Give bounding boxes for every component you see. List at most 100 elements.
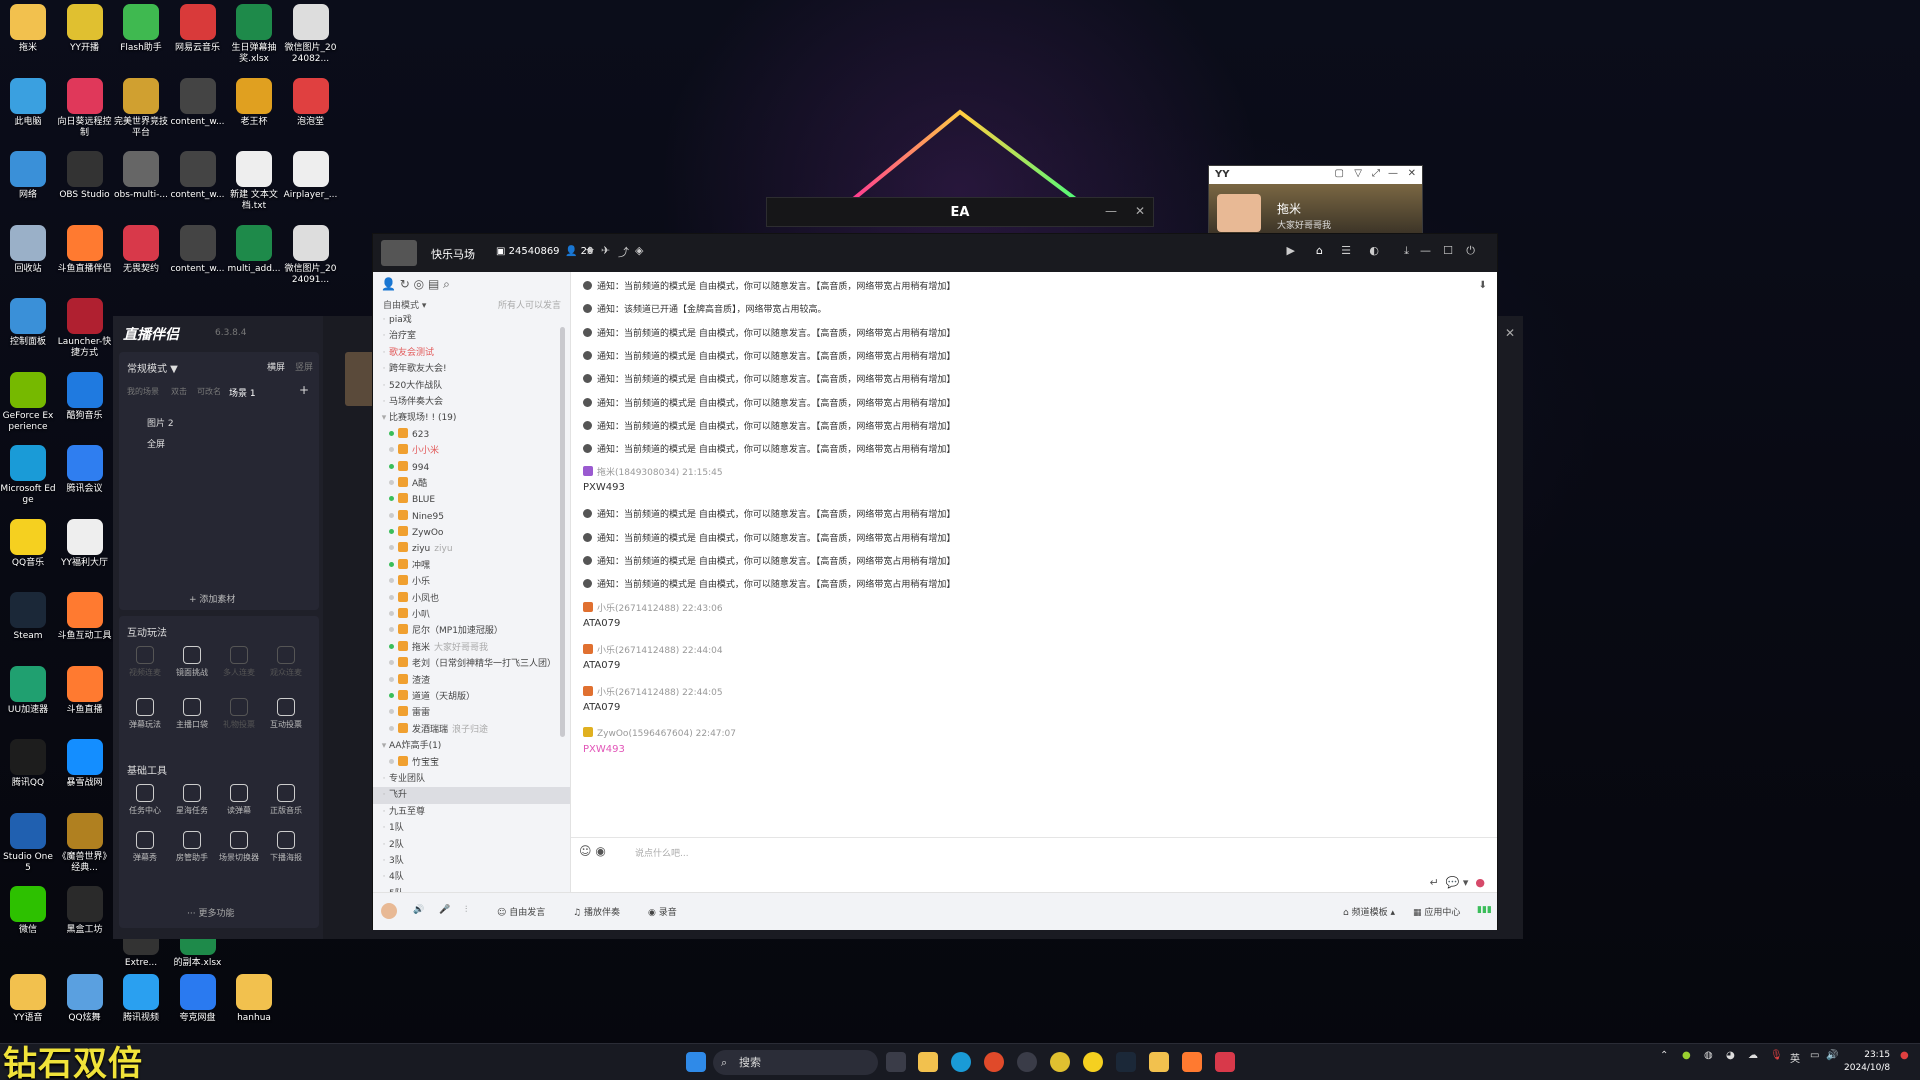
plane-icon[interactable]: ✈ — [601, 244, 610, 257]
member-row[interactable]: ZywOo — [373, 525, 570, 541]
desktop-icon[interactable]: 新建 文本文档.txt — [226, 151, 282, 212]
download-icon[interactable]: ⤓ — [1404, 244, 1409, 258]
desktop-icon[interactable]: 《魔兽世界》经典... — [57, 812, 113, 874]
channel-avatar[interactable] — [381, 240, 417, 266]
desktop-icon[interactable]: QQ炫舞 — [57, 974, 113, 1024]
close-icon[interactable]: ✕ — [1505, 326, 1515, 340]
tool-offline-poster[interactable]: 下播海报 — [266, 831, 306, 863]
scene-tab-rename[interactable]: 可改名 — [197, 386, 221, 397]
desktop-icon[interactable]: 泡泡堂 — [283, 77, 339, 128]
desktop-icon[interactable]: 网络 — [0, 151, 56, 201]
share-icon[interactable]: ⤴ — [618, 244, 629, 260]
desktop-icon[interactable]: 完美世界竞技平台 — [113, 77, 169, 139]
expand-icon[interactable]: · — [379, 771, 389, 787]
member-row[interactable]: 渣渣 — [373, 673, 570, 689]
desktop-icon[interactable]: 老王杯 — [226, 77, 282, 128]
desktop-icon[interactable]: hanhua — [226, 974, 282, 1024]
app-center-button[interactable]: ▦ 应用中心 — [1413, 905, 1460, 918]
expand-icon[interactable]: · — [379, 394, 389, 410]
subchannel-row[interactable]: · 治疗室 — [373, 328, 570, 344]
subchannel-row[interactable]: · pia戏 — [373, 312, 570, 328]
clock[interactable]: 23:15 2024/10/8 — [1844, 1049, 1890, 1075]
message-sender[interactable]: 小乐(2671412488) 22:44:05 — [583, 685, 723, 698]
desktop-icon[interactable]: 斗鱼直播 — [57, 665, 113, 716]
add-source-button[interactable]: + 添加素材 — [189, 592, 235, 605]
pin-icon[interactable]: ▢ — [1335, 168, 1344, 179]
send-options[interactable]: ↵ 💬 ▾ ● — [1429, 876, 1485, 889]
member-row[interactable]: Nine95 — [373, 509, 570, 525]
tool-admin-helper[interactable]: 房管助手 — [172, 831, 212, 863]
desktop-icon[interactable]: 向日葵远程控制 — [57, 77, 113, 139]
subchannel-row[interactable]: · 1队 — [373, 820, 570, 836]
member-row[interactable]: 994 — [373, 460, 570, 476]
subchannel-row[interactable]: · 九五至尊 — [373, 804, 570, 820]
tool-audience-connect[interactable]: 观众连麦 — [266, 646, 306, 678]
speaker-icon[interactable]: 🔊 — [413, 905, 424, 915]
desktop-icon[interactable]: 微信图片_2024082... — [283, 4, 339, 65]
desktop-icon[interactable]: 微信 — [0, 886, 56, 936]
taskbar-search[interactable]: ⌕ 搜索 — [713, 1050, 878, 1075]
tool-danmaku-play[interactable]: 弹幕玩法 — [125, 698, 165, 730]
tool-licensed-music[interactable]: 正版音乐 — [266, 784, 306, 816]
desktop-icon[interactable]: 网易云音乐 — [170, 4, 226, 54]
tool-danmaku-show[interactable]: 弹幕秀 — [125, 831, 165, 863]
start-icon[interactable] — [686, 1052, 706, 1072]
screenshot-icon[interactable]: ◉ — [595, 844, 605, 858]
add-scene-icon[interactable]: + — [299, 383, 309, 397]
search-icon[interactable]: ⌕ — [443, 277, 450, 291]
desktop-icon[interactable]: 微信图片_2024091... — [283, 224, 339, 286]
channel-template-button[interactable]: ⌂ 频道模板 ▴ — [1343, 905, 1395, 918]
member-row[interactable]: 尼尔（MP1加速冠服） — [373, 623, 570, 639]
member-row[interactable]: ziyu ziyu — [373, 541, 570, 557]
emoji-icon[interactable]: ☺ — [579, 844, 592, 858]
member-row[interactable]: 小小米 — [373, 443, 570, 459]
desktop-icon[interactable]: content_w... — [170, 77, 226, 128]
tray-cloud-icon[interactable]: ☁ — [1748, 1050, 1758, 1061]
member-row[interactable]: A酷 — [373, 476, 570, 492]
desktop-icon[interactable]: 此电脑 — [0, 77, 56, 128]
expand-icon[interactable]: · — [379, 378, 389, 394]
location-icon[interactable]: ◎ — [414, 277, 424, 291]
desktop-icon[interactable]: 拖米 — [0, 4, 56, 54]
gamepad-icon[interactable]: ◐ — [1369, 244, 1379, 257]
list-icon[interactable]: ☰ — [1341, 244, 1351, 257]
expand-icon[interactable]: · — [379, 787, 389, 803]
star-icon[interactable]: ★ — [585, 244, 595, 257]
scroll-down-icon[interactable]: ⬇ — [1479, 280, 1487, 291]
subchannel-row[interactable]: · 专业团队 — [373, 771, 570, 787]
tool-star-task[interactable]: 星海任务 — [172, 784, 212, 816]
expand-icon[interactable]: · — [379, 820, 389, 836]
expand-icon[interactable]: · — [379, 869, 389, 885]
member-row[interactable]: 老刘（日常剑神精华一打飞三人团） — [373, 656, 570, 672]
expand-icon[interactable]: · — [379, 853, 389, 869]
message-sender[interactable]: 拖米(1849308034) 21:15:45 — [583, 465, 723, 478]
tray-chevron-icon[interactable]: ⌃ — [1660, 1050, 1668, 1061]
tray-app-icon[interactable]: ◍ — [1704, 1050, 1713, 1061]
note-icon[interactable]: ▤ — [428, 277, 439, 291]
desktop-icon[interactable]: Airplayer_... — [283, 151, 339, 201]
desktop-icon[interactable]: 腾讯QQ — [0, 739, 56, 789]
desktop-icon[interactable]: multi_add... — [226, 224, 282, 275]
scene-tab-doubleclick[interactable]: 双击 — [171, 386, 187, 397]
user-icon[interactable]: 👤 — [381, 277, 396, 291]
subchannel-row[interactable]: ▾ 比赛现场! ! (19) — [373, 410, 570, 426]
member-row[interactable]: 拖米 大家好哥哥我 — [373, 640, 570, 656]
desktop-icon[interactable]: 无畏契约 — [113, 224, 169, 275]
desktop-icon[interactable]: 斗鱼互动工具 — [57, 592, 113, 642]
expand-icon[interactable]: ▾ — [379, 410, 389, 426]
mode-dropdown[interactable]: 常规模式 ▼ — [127, 360, 178, 375]
obs-icon[interactable] — [1017, 1052, 1037, 1072]
play-accomp-button[interactable]: ♫ 播放伴奏 — [573, 905, 620, 918]
message-sender[interactable]: ZywOo(1596467604) 22:47:07 — [583, 726, 736, 739]
desktop-icon[interactable]: 斗鱼直播伴侣 — [57, 224, 113, 275]
subchannel-row[interactable]: · 马场伴奏大会 — [373, 394, 570, 410]
tray-app-icon[interactable]: ● — [1682, 1050, 1691, 1061]
expand-icon[interactable]: ⤢ — [1372, 168, 1380, 179]
skin-icon[interactable]: ▽ — [1354, 168, 1362, 179]
tool-streamer-pocket[interactable]: 主播口袋 — [172, 698, 212, 730]
power-icon[interactable]: ⏻ — [1466, 244, 1475, 258]
member-row[interactable]: 小乐 — [373, 574, 570, 590]
tool-interact-vote[interactable]: 互动投票 — [266, 698, 306, 730]
tool-task-center[interactable]: 任务中心 — [125, 784, 165, 816]
desktop-icon[interactable]: 控制面板 — [0, 298, 56, 348]
